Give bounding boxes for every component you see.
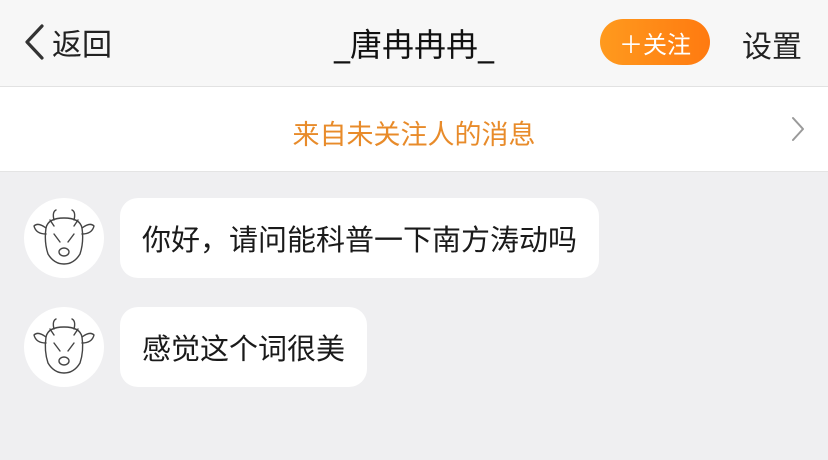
avatar[interactable] <box>24 198 104 278</box>
chevron-right-icon <box>792 117 804 141</box>
settings-button[interactable]: 设置 <box>742 22 802 66</box>
unfollowed-messages-notice[interactable]: 来自未关注人的消息 <box>0 87 828 172</box>
back-button[interactable]: 返回 <box>22 22 112 63</box>
message-bubble[interactable]: 你好，请问能科普一下南方涛动吗 <box>120 198 600 278</box>
chevron-left-icon <box>25 24 44 60</box>
message-bubble[interactable]: 感觉这个词很美 <box>120 307 368 387</box>
cow-doodle-avatar-icon <box>33 209 95 265</box>
avatar[interactable] <box>24 307 104 387</box>
top-navigation-bar: 返回 _唐冉冉冉_ ＋关注 设置 <box>0 0 828 87</box>
follow-button[interactable]: ＋关注 <box>600 19 710 65</box>
notice-text: 来自未关注人的消息 <box>292 120 536 151</box>
cow-doodle-avatar-icon <box>33 318 95 374</box>
back-label: 返回 <box>52 28 112 63</box>
